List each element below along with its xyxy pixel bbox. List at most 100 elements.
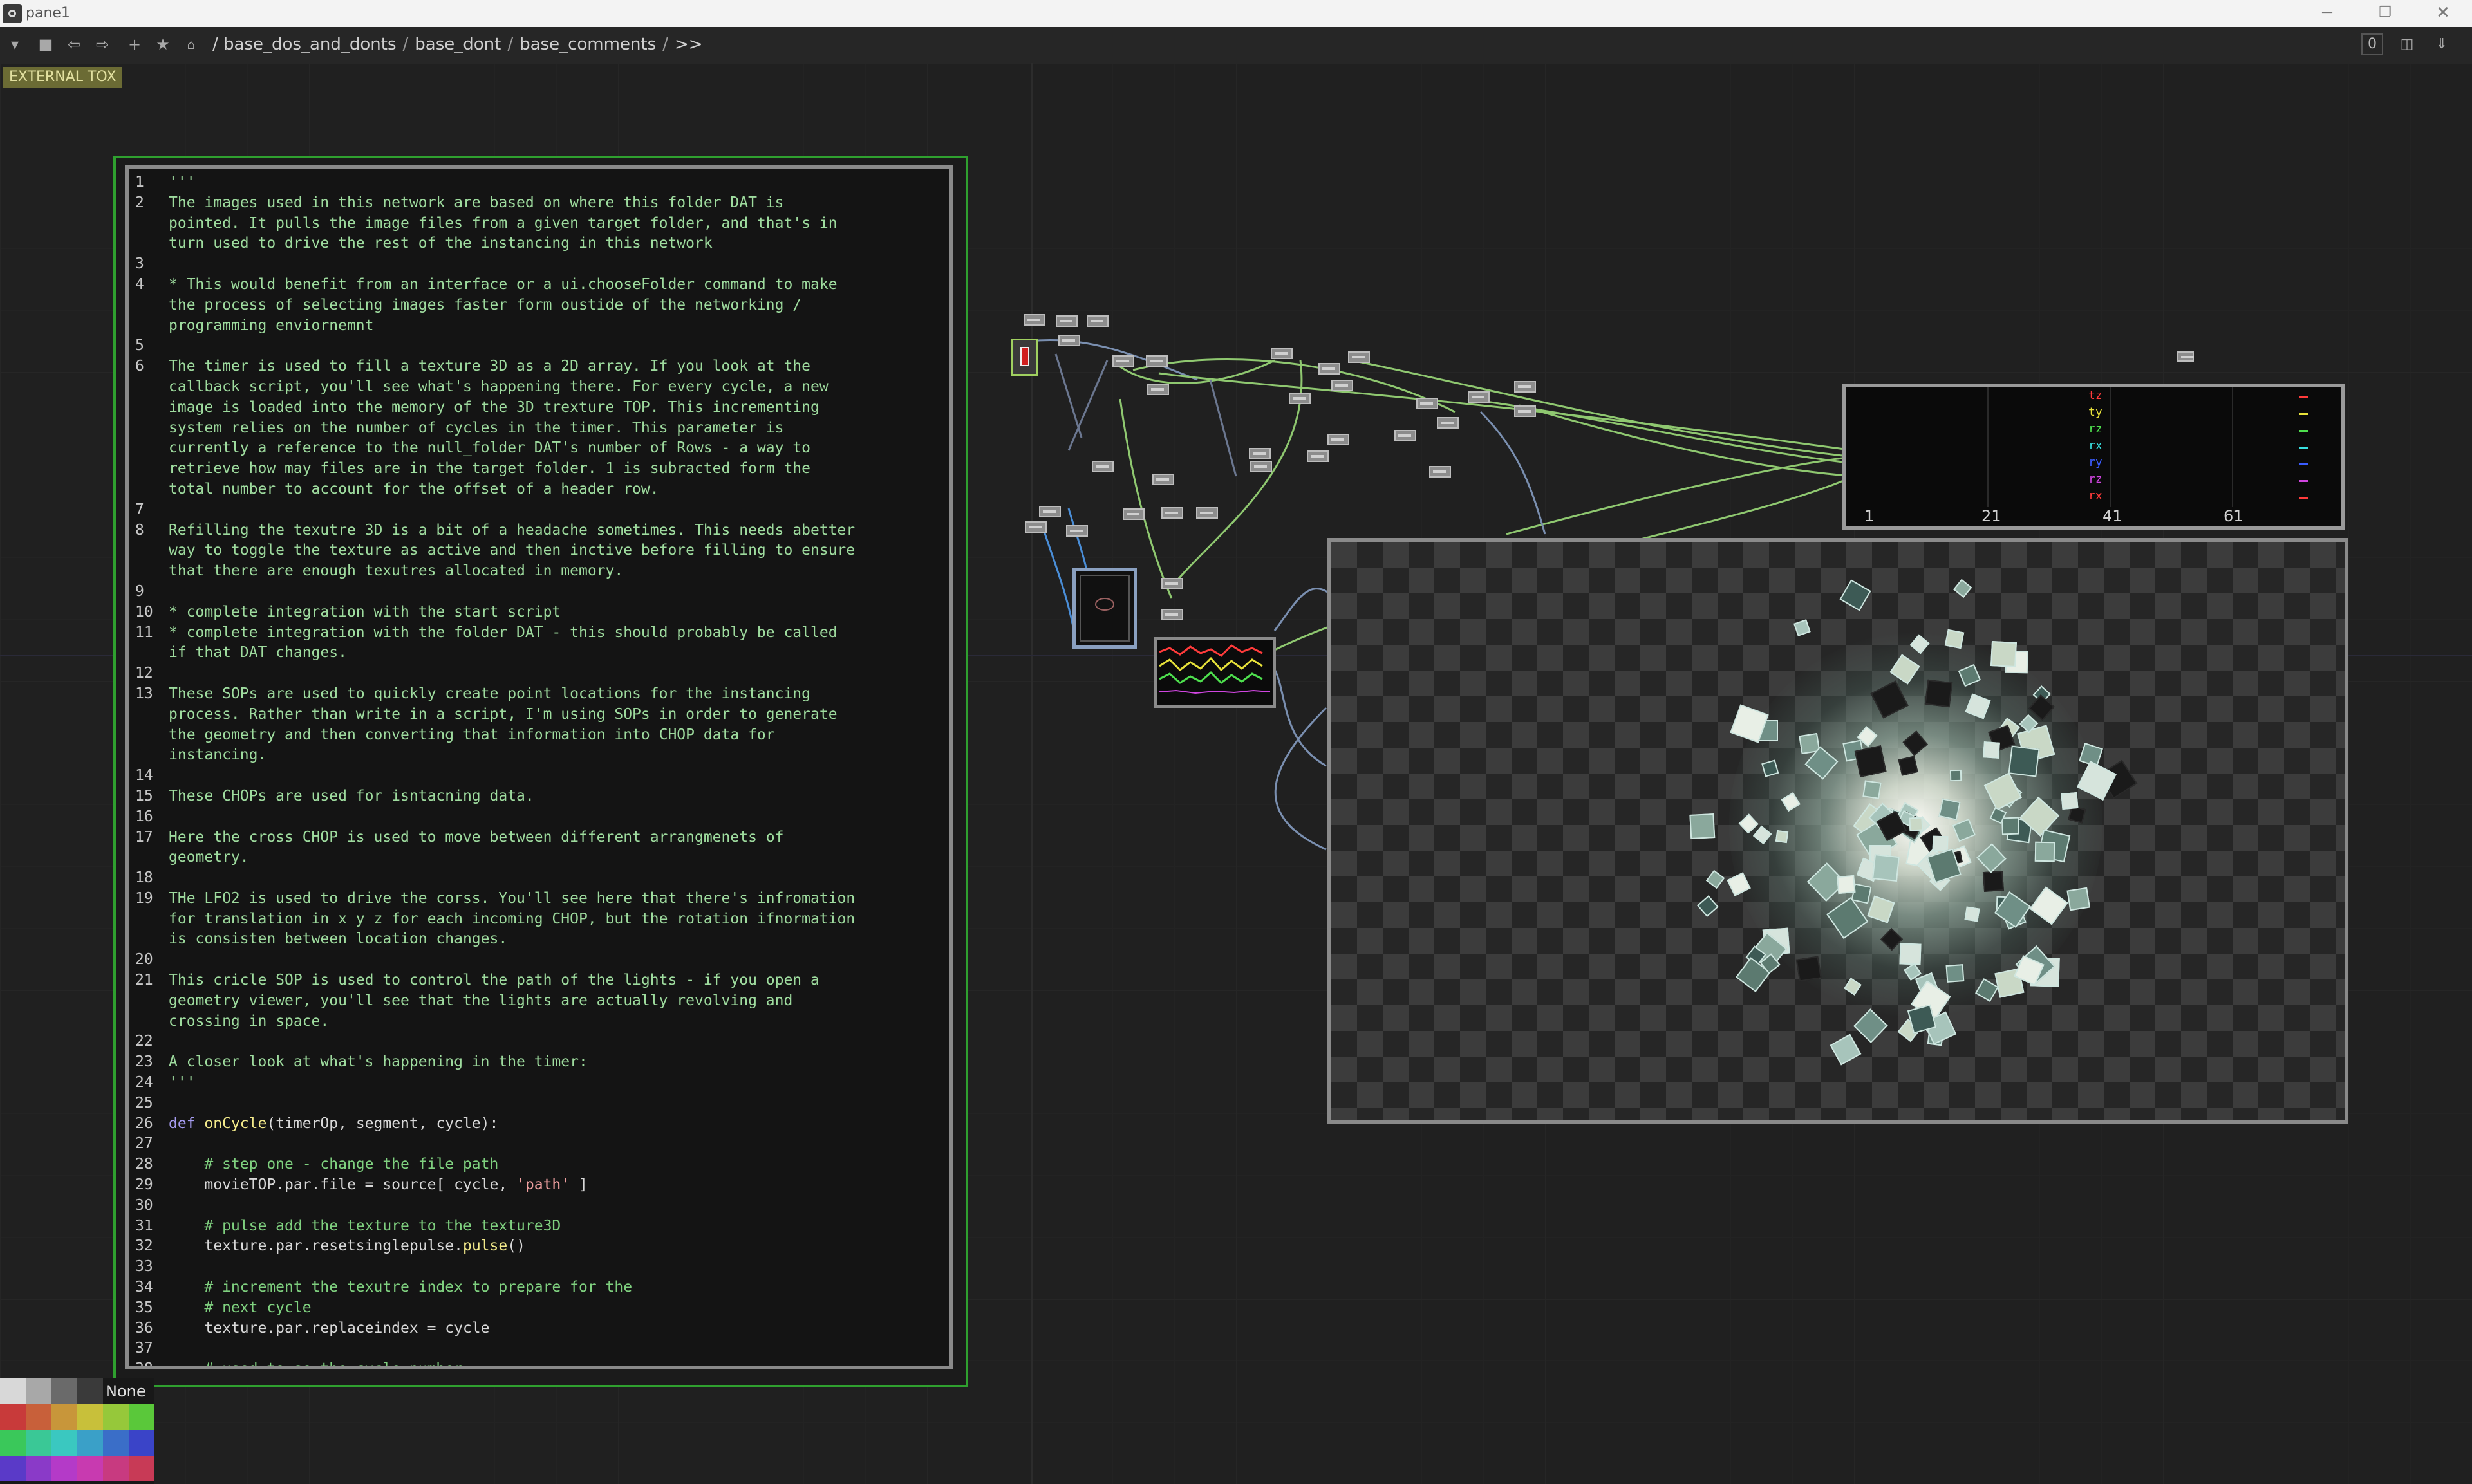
timer-chop-node[interactable] (1011, 339, 1038, 376)
operator-node[interactable] (1161, 609, 1183, 620)
code-line: turn used to drive the rest of the insta… (135, 234, 944, 254)
code-line: 13 These SOPs are used to quickly create … (135, 684, 944, 705)
operator-node[interactable] (1468, 391, 1490, 403)
operator-node[interactable] (1066, 525, 1088, 537)
operator-node[interactable] (1112, 355, 1134, 367)
operator-node[interactable] (1437, 417, 1459, 429)
pane-count-badge[interactable]: 0 (2361, 33, 2383, 55)
chop-viewer[interactable]: tz ty rz rx ry rz rx 1 21 41 61 (1842, 384, 2345, 530)
back-arrow-icon[interactable]: ⇦ (63, 33, 85, 55)
operator-node[interactable] (2177, 351, 2194, 362)
line-text: the process of selecting images faster f… (169, 296, 802, 313)
color-swatch[interactable] (26, 1404, 52, 1430)
comment-text-dat[interactable]: 1 ''' 2 The images used in this network are… (113, 156, 968, 1387)
minimize-button[interactable]: ─ (2298, 0, 2356, 27)
color-swatch[interactable] (26, 1456, 52, 1481)
operator-node[interactable] (1123, 508, 1145, 520)
operator-node[interactable] (1271, 348, 1293, 359)
lfo-chop-viewer-node[interactable] (1154, 637, 1276, 708)
operator-node[interactable] (1348, 351, 1370, 363)
breadcrumb-base-comments[interactable]: base_comments (520, 35, 656, 54)
operator-node[interactable] (1025, 521, 1047, 533)
breadcrumb-more[interactable]: >> (675, 35, 703, 54)
line-text: A closer look at what's happening in the… (169, 1053, 588, 1071)
operator-node[interactable] (1161, 578, 1183, 589)
operator-node[interactable] (1087, 315, 1109, 327)
line-number: 18 (135, 869, 153, 887)
color-swatch[interactable] (52, 1378, 77, 1404)
code-line: 17 Here the cross CHOP is used to move be… (135, 828, 944, 848)
color-swatch[interactable] (52, 1456, 77, 1481)
code-line: 36 texture.par.replaceindex = cycle (135, 1319, 944, 1339)
operator-node[interactable] (1514, 405, 1536, 417)
render-top-viewer[interactable] (1327, 538, 2348, 1124)
add-icon[interactable]: + (124, 33, 145, 55)
color-swatch[interactable] (52, 1404, 77, 1430)
parent-folder-icon[interactable]: ⌂ (180, 33, 202, 55)
color-swatch[interactable] (103, 1456, 129, 1481)
color-swatch[interactable] (77, 1404, 103, 1430)
color-swatch[interactable] (0, 1430, 26, 1456)
breadcrumb-root[interactable]: / (212, 35, 218, 54)
close-button[interactable]: ✕ (2414, 0, 2472, 27)
operator-node[interactable] (1092, 461, 1114, 472)
operator-node[interactable] (1024, 314, 1045, 326)
code-line: 10 * complete integration with the start … (135, 602, 944, 623)
line-number: 26 (135, 1115, 153, 1132)
color-swatch[interactable] (129, 1430, 154, 1456)
operator-node[interactable] (1147, 384, 1169, 395)
color-swatch[interactable] (0, 1404, 26, 1430)
color-swatch[interactable] (129, 1404, 154, 1430)
code-line: 30 (135, 1196, 944, 1216)
pane-menu-icon[interactable]: ⇓ (2431, 33, 2453, 55)
color-swatch[interactable] (52, 1430, 77, 1456)
operator-node[interactable] (1416, 398, 1438, 409)
palette-none-label[interactable]: None (106, 1382, 146, 1400)
operator-node[interactable] (1331, 380, 1353, 391)
operator-node[interactable] (1307, 450, 1329, 462)
operator-node[interactable] (1039, 506, 1061, 517)
operator-node[interactable] (1152, 474, 1174, 485)
operator-node[interactable] (1146, 355, 1168, 367)
operator-node[interactable] (1058, 335, 1080, 346)
operator-node[interactable] (1056, 315, 1078, 327)
operator-node[interactable] (1327, 434, 1349, 445)
text-dat-viewer[interactable]: 1 ''' 2 The images used in this network are… (125, 165, 953, 1369)
code-line: 19 THe LFO2 is used to drive the corss. Y… (135, 889, 944, 909)
bookmark-star-icon[interactable]: ★ (152, 33, 174, 55)
color-swatch[interactable] (26, 1378, 52, 1404)
operator-node[interactable] (1250, 461, 1272, 472)
operator-node[interactable] (1196, 507, 1218, 519)
color-swatch[interactable] (103, 1430, 129, 1456)
menu-dropdown-icon[interactable]: ▾ (4, 33, 26, 55)
operator-node[interactable] (1289, 393, 1311, 404)
color-swatch[interactable] (0, 1378, 26, 1404)
instanced-cube (1830, 1034, 1862, 1066)
color-swatch[interactable] (0, 1456, 26, 1481)
color-swatch[interactable] (77, 1430, 103, 1456)
operator-node[interactable] (1249, 448, 1271, 459)
color-swatch[interactable] (77, 1378, 103, 1404)
operator-node[interactable] (1161, 507, 1183, 519)
restore-button[interactable]: ❐ (2356, 0, 2414, 27)
breadcrumb-separator: / (402, 35, 409, 54)
line-number: 38 (135, 1360, 153, 1369)
operator-node[interactable] (1514, 381, 1536, 393)
forward-arrow-icon[interactable]: ⇨ (91, 33, 113, 55)
color-swatch[interactable] (103, 1404, 129, 1430)
color-swatch[interactable] (26, 1430, 52, 1456)
color-swatch[interactable] (129, 1456, 154, 1481)
operator-node[interactable] (1429, 466, 1451, 478)
stop-icon[interactable]: ■ (35, 33, 57, 55)
breadcrumb-base-dos-and-donts[interactable]: base_dos_and_donts (223, 35, 396, 54)
line-number: 32 (135, 1238, 153, 1255)
code-text[interactable]: 1 ''' 2 The images used in this network are… (135, 172, 944, 1369)
line-number: 25 (135, 1094, 153, 1111)
geometry-comp-node[interactable] (1072, 568, 1137, 649)
color-swatch[interactable] (77, 1456, 103, 1481)
split-pane-icon[interactable]: ◫ (2396, 33, 2418, 55)
operator-node[interactable] (1394, 430, 1416, 441)
instanced-cube (1924, 679, 1952, 708)
breadcrumb-base-dont[interactable]: base_dont (415, 35, 501, 54)
operator-node[interactable] (1318, 363, 1340, 375)
